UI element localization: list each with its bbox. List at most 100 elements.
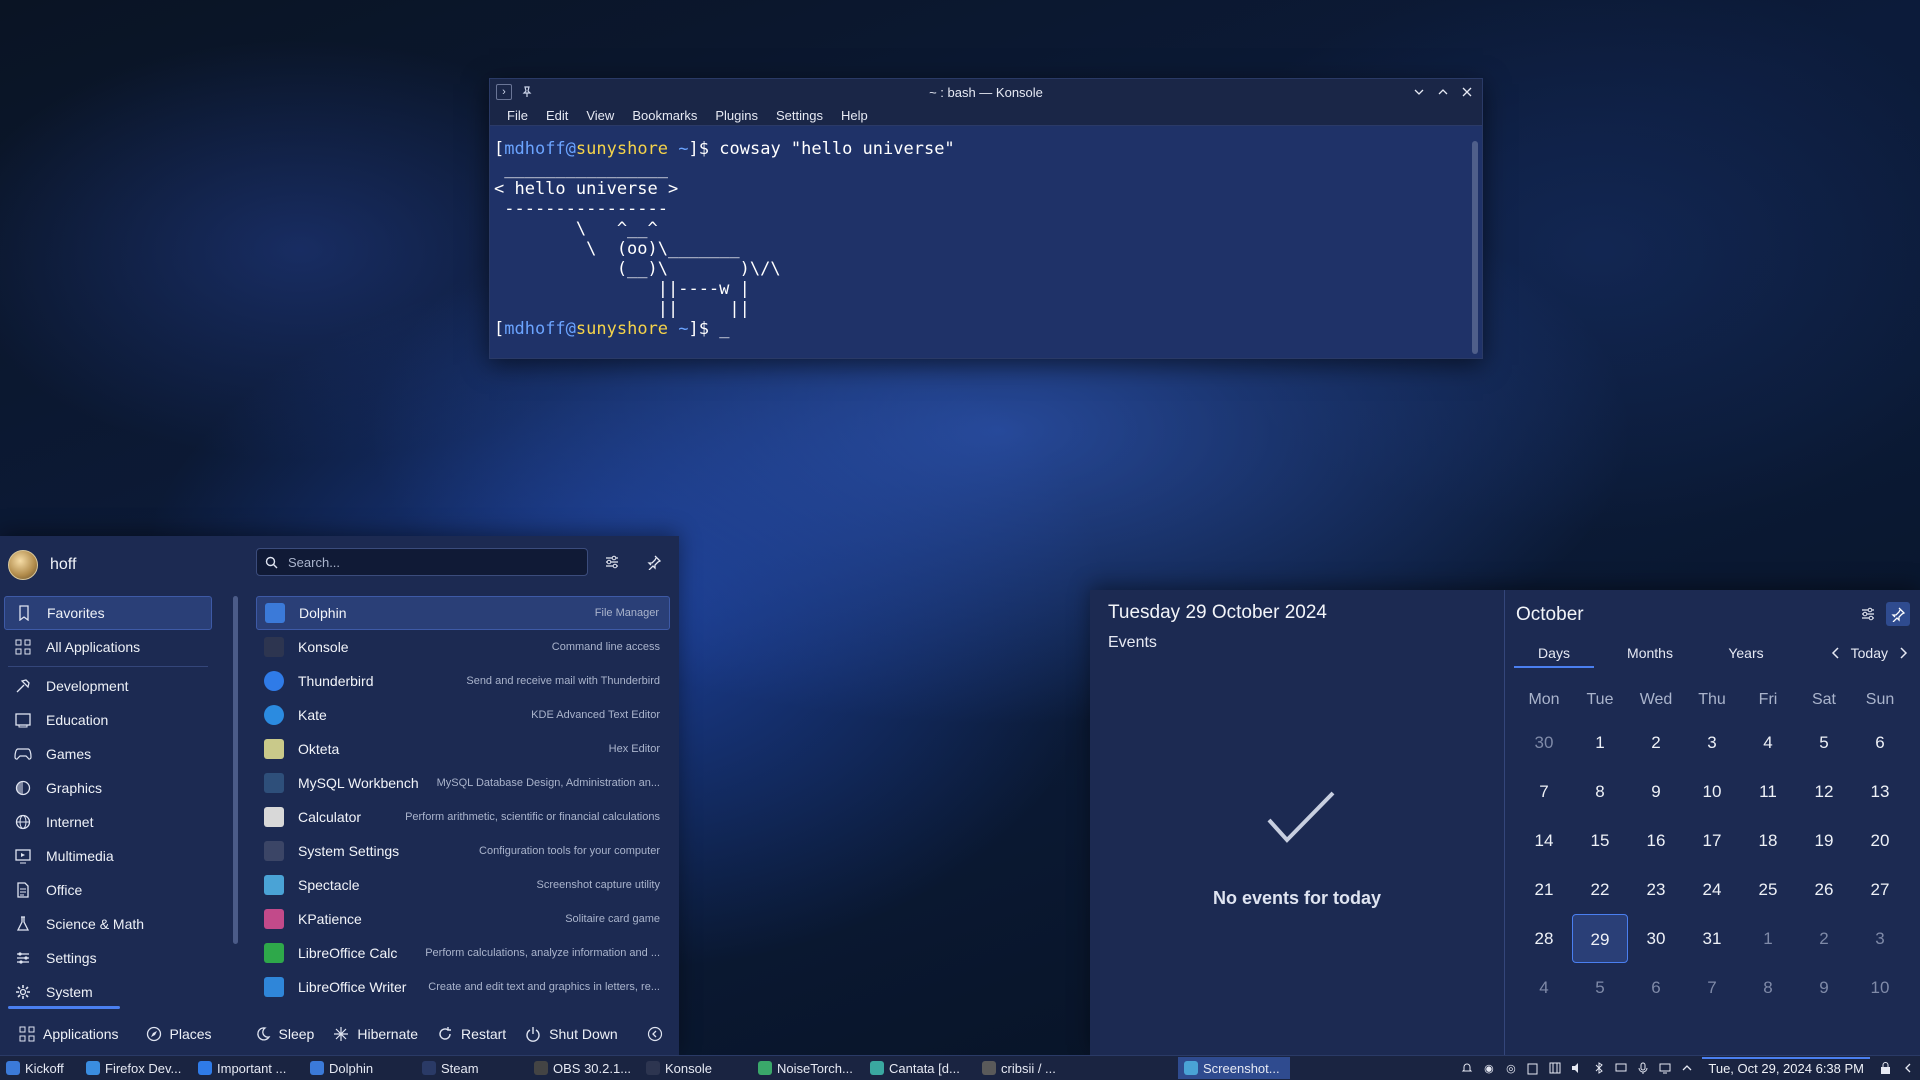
calendar-day[interactable]: 17 bbox=[1684, 816, 1740, 865]
user-header[interactable]: hoff bbox=[8, 550, 76, 580]
calendar-day[interactable]: 1 bbox=[1572, 718, 1628, 767]
konsole-window[interactable]: › ~ : bash — Konsole File Edit View Book… bbox=[489, 78, 1483, 359]
taskbar-item-cantata-d[interactable]: Cantata [d... bbox=[864, 1057, 976, 1079]
calendar-day[interactable]: 3 bbox=[1852, 914, 1908, 963]
calendar-day[interactable]: 3 bbox=[1684, 718, 1740, 767]
calendar-day[interactable]: 10 bbox=[1684, 767, 1740, 816]
calendar-day[interactable]: 12 bbox=[1796, 767, 1852, 816]
category-scrollbar[interactable] bbox=[233, 596, 238, 944]
calendar-day[interactable]: 1 bbox=[1740, 914, 1796, 963]
taskbar-item-cribsii[interactable]: cribsii / ... bbox=[976, 1057, 1088, 1079]
maximize-icon[interactable] bbox=[1436, 85, 1450, 99]
category-system[interactable]: System bbox=[4, 975, 212, 1009]
menu-file[interactable]: File bbox=[498, 108, 537, 123]
category-science-math[interactable]: Science & Math bbox=[4, 907, 212, 941]
calendar-day[interactable]: 15 bbox=[1572, 816, 1628, 865]
menu-plugins[interactable]: Plugins bbox=[706, 108, 767, 123]
bluetooth-icon[interactable] bbox=[1592, 1062, 1605, 1075]
app-kpatience[interactable]: KPatience Solitaire card game bbox=[256, 902, 670, 936]
calendar-day[interactable]: 9 bbox=[1796, 963, 1852, 1012]
app-mysql-workbench[interactable]: MySQL Workbench MySQL Database Design, Ad… bbox=[256, 766, 670, 800]
calendar-day[interactable]: 2 bbox=[1628, 718, 1684, 767]
hibernate-button[interactable]: Hibernate bbox=[332, 1025, 418, 1043]
taskbar-item-dolphin[interactable]: Dolphin bbox=[304, 1057, 416, 1079]
konsole-titlebar[interactable]: › ~ : bash — Konsole bbox=[490, 79, 1482, 105]
app-dolphin[interactable]: Dolphin File Manager bbox=[256, 596, 670, 630]
category-multimedia[interactable]: Multimedia bbox=[4, 839, 212, 873]
category-settings[interactable]: Settings bbox=[4, 941, 212, 975]
calendar-day[interactable]: 6 bbox=[1852, 718, 1908, 767]
sleep-button[interactable]: Sleep bbox=[254, 1025, 314, 1043]
display-icon[interactable] bbox=[1614, 1062, 1627, 1075]
clipboard-icon[interactable] bbox=[1526, 1062, 1539, 1075]
calendar-day[interactable]: 30 bbox=[1516, 718, 1572, 767]
category-internet[interactable]: Internet bbox=[4, 805, 212, 839]
calendar-day[interactable]: 23 bbox=[1628, 865, 1684, 914]
calendar-day[interactable]: 26 bbox=[1796, 865, 1852, 914]
close-icon[interactable] bbox=[1460, 85, 1474, 99]
calendar-day-today[interactable]: 29 bbox=[1572, 914, 1628, 963]
configure-icon[interactable] bbox=[1856, 602, 1880, 626]
calendar-day[interactable]: 14 bbox=[1516, 816, 1572, 865]
taskbar-item-important[interactable]: Important ... bbox=[192, 1057, 304, 1079]
tab-applications[interactable]: Applications bbox=[18, 1025, 119, 1043]
tab-days[interactable]: Days bbox=[1506, 638, 1602, 668]
category-favorites[interactable]: Favorites bbox=[4, 596, 212, 630]
calendar-day[interactable]: 7 bbox=[1684, 963, 1740, 1012]
calendar-day[interactable]: 30 bbox=[1628, 914, 1684, 963]
storage-icon[interactable] bbox=[1548, 1062, 1561, 1075]
pin-icon[interactable] bbox=[642, 550, 666, 574]
calendar-day[interactable]: 22 bbox=[1572, 865, 1628, 914]
menu-settings[interactable]: Settings bbox=[767, 108, 832, 123]
pin-icon[interactable] bbox=[1886, 602, 1910, 626]
clock[interactable]: Tue, Oct 29, 2024 6:38 PM bbox=[1702, 1056, 1870, 1076]
calendar-day[interactable]: 9 bbox=[1628, 767, 1684, 816]
calendar-day[interactable]: 5 bbox=[1796, 718, 1852, 767]
terminal-area[interactable]: [mdhoff@sunyshore ~]$ cowsay "hello univ… bbox=[490, 137, 1466, 358]
discord-icon[interactable]: ◉ bbox=[1482, 1062, 1495, 1075]
category-education[interactable]: Education bbox=[4, 703, 212, 737]
app-konsole[interactable]: Konsole Command line access bbox=[256, 630, 670, 664]
calendar-day[interactable]: 8 bbox=[1572, 767, 1628, 816]
category-games[interactable]: Games bbox=[4, 737, 212, 771]
app-okteta[interactable]: Okteta Hex Editor bbox=[256, 732, 670, 766]
search-box[interactable] bbox=[256, 548, 588, 576]
menu-edit[interactable]: Edit bbox=[537, 108, 577, 123]
calendar-day[interactable]: 5 bbox=[1572, 963, 1628, 1012]
chevron-right-icon[interactable] bbox=[1898, 646, 1908, 660]
app-kate[interactable]: Kate KDE Advanced Text Editor bbox=[256, 698, 670, 732]
app-libreoffice-writer[interactable]: LibreOffice Writer Create and edit text a… bbox=[256, 970, 670, 1004]
network-icon[interactable] bbox=[1658, 1062, 1671, 1075]
menu-help[interactable]: Help bbox=[832, 108, 877, 123]
microphone-icon[interactable] bbox=[1636, 1062, 1649, 1075]
calendar-day[interactable]: 31 bbox=[1684, 914, 1740, 963]
app-thunderbird[interactable]: Thunderbird Send and receive mail with Th… bbox=[256, 664, 670, 698]
calendar-day[interactable]: 16 bbox=[1628, 816, 1684, 865]
taskbar-item-screenshot[interactable]: Screenshot... bbox=[1178, 1057, 1290, 1079]
category-office[interactable]: Office bbox=[4, 873, 212, 907]
calendar-day[interactable]: 8 bbox=[1740, 963, 1796, 1012]
calendar-day[interactable]: 4 bbox=[1516, 963, 1572, 1012]
calendar-day[interactable]: 27 bbox=[1852, 865, 1908, 914]
tab-places[interactable]: Places bbox=[145, 1025, 212, 1043]
steam-icon[interactable]: ◎ bbox=[1504, 1062, 1517, 1075]
calendar-day[interactable]: 19 bbox=[1796, 816, 1852, 865]
configure-icon[interactable] bbox=[600, 550, 624, 574]
calendar-day[interactable]: 6 bbox=[1628, 963, 1684, 1012]
minimize-icon[interactable] bbox=[1412, 85, 1426, 99]
calendar-day[interactable]: 28 bbox=[1516, 914, 1572, 963]
chevron-left-icon[interactable] bbox=[1831, 646, 1841, 660]
calendar-day[interactable]: 11 bbox=[1740, 767, 1796, 816]
volume-icon[interactable] bbox=[1570, 1062, 1583, 1075]
calendar-day[interactable]: 10 bbox=[1852, 963, 1908, 1012]
taskbar-item-obs-30-2-1[interactable]: OBS 30.2.1... bbox=[528, 1057, 640, 1079]
chevron-up-icon[interactable] bbox=[1680, 1062, 1693, 1075]
menu-view[interactable]: View bbox=[577, 108, 623, 123]
calendar-day[interactable]: 7 bbox=[1516, 767, 1572, 816]
category-development[interactable]: Development bbox=[4, 669, 212, 703]
calendar-day[interactable]: 13 bbox=[1852, 767, 1908, 816]
app-spectacle[interactable]: Spectacle Screenshot capture utility bbox=[256, 868, 670, 902]
notification-bell-icon[interactable] bbox=[1460, 1062, 1473, 1075]
menu-bookmarks[interactable]: Bookmarks bbox=[623, 108, 706, 123]
calendar-day[interactable]: 2 bbox=[1796, 914, 1852, 963]
